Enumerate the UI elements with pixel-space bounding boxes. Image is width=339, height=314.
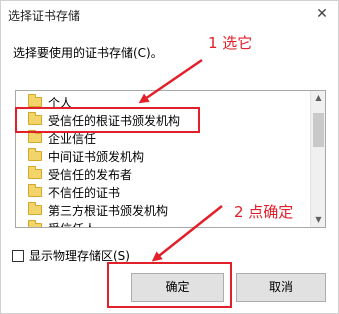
arrow-to-ok-button: [151, 205, 223, 262]
annotation-arrows: [138, 58, 223, 262]
arrow-to-trusted-root: [138, 58, 203, 104]
